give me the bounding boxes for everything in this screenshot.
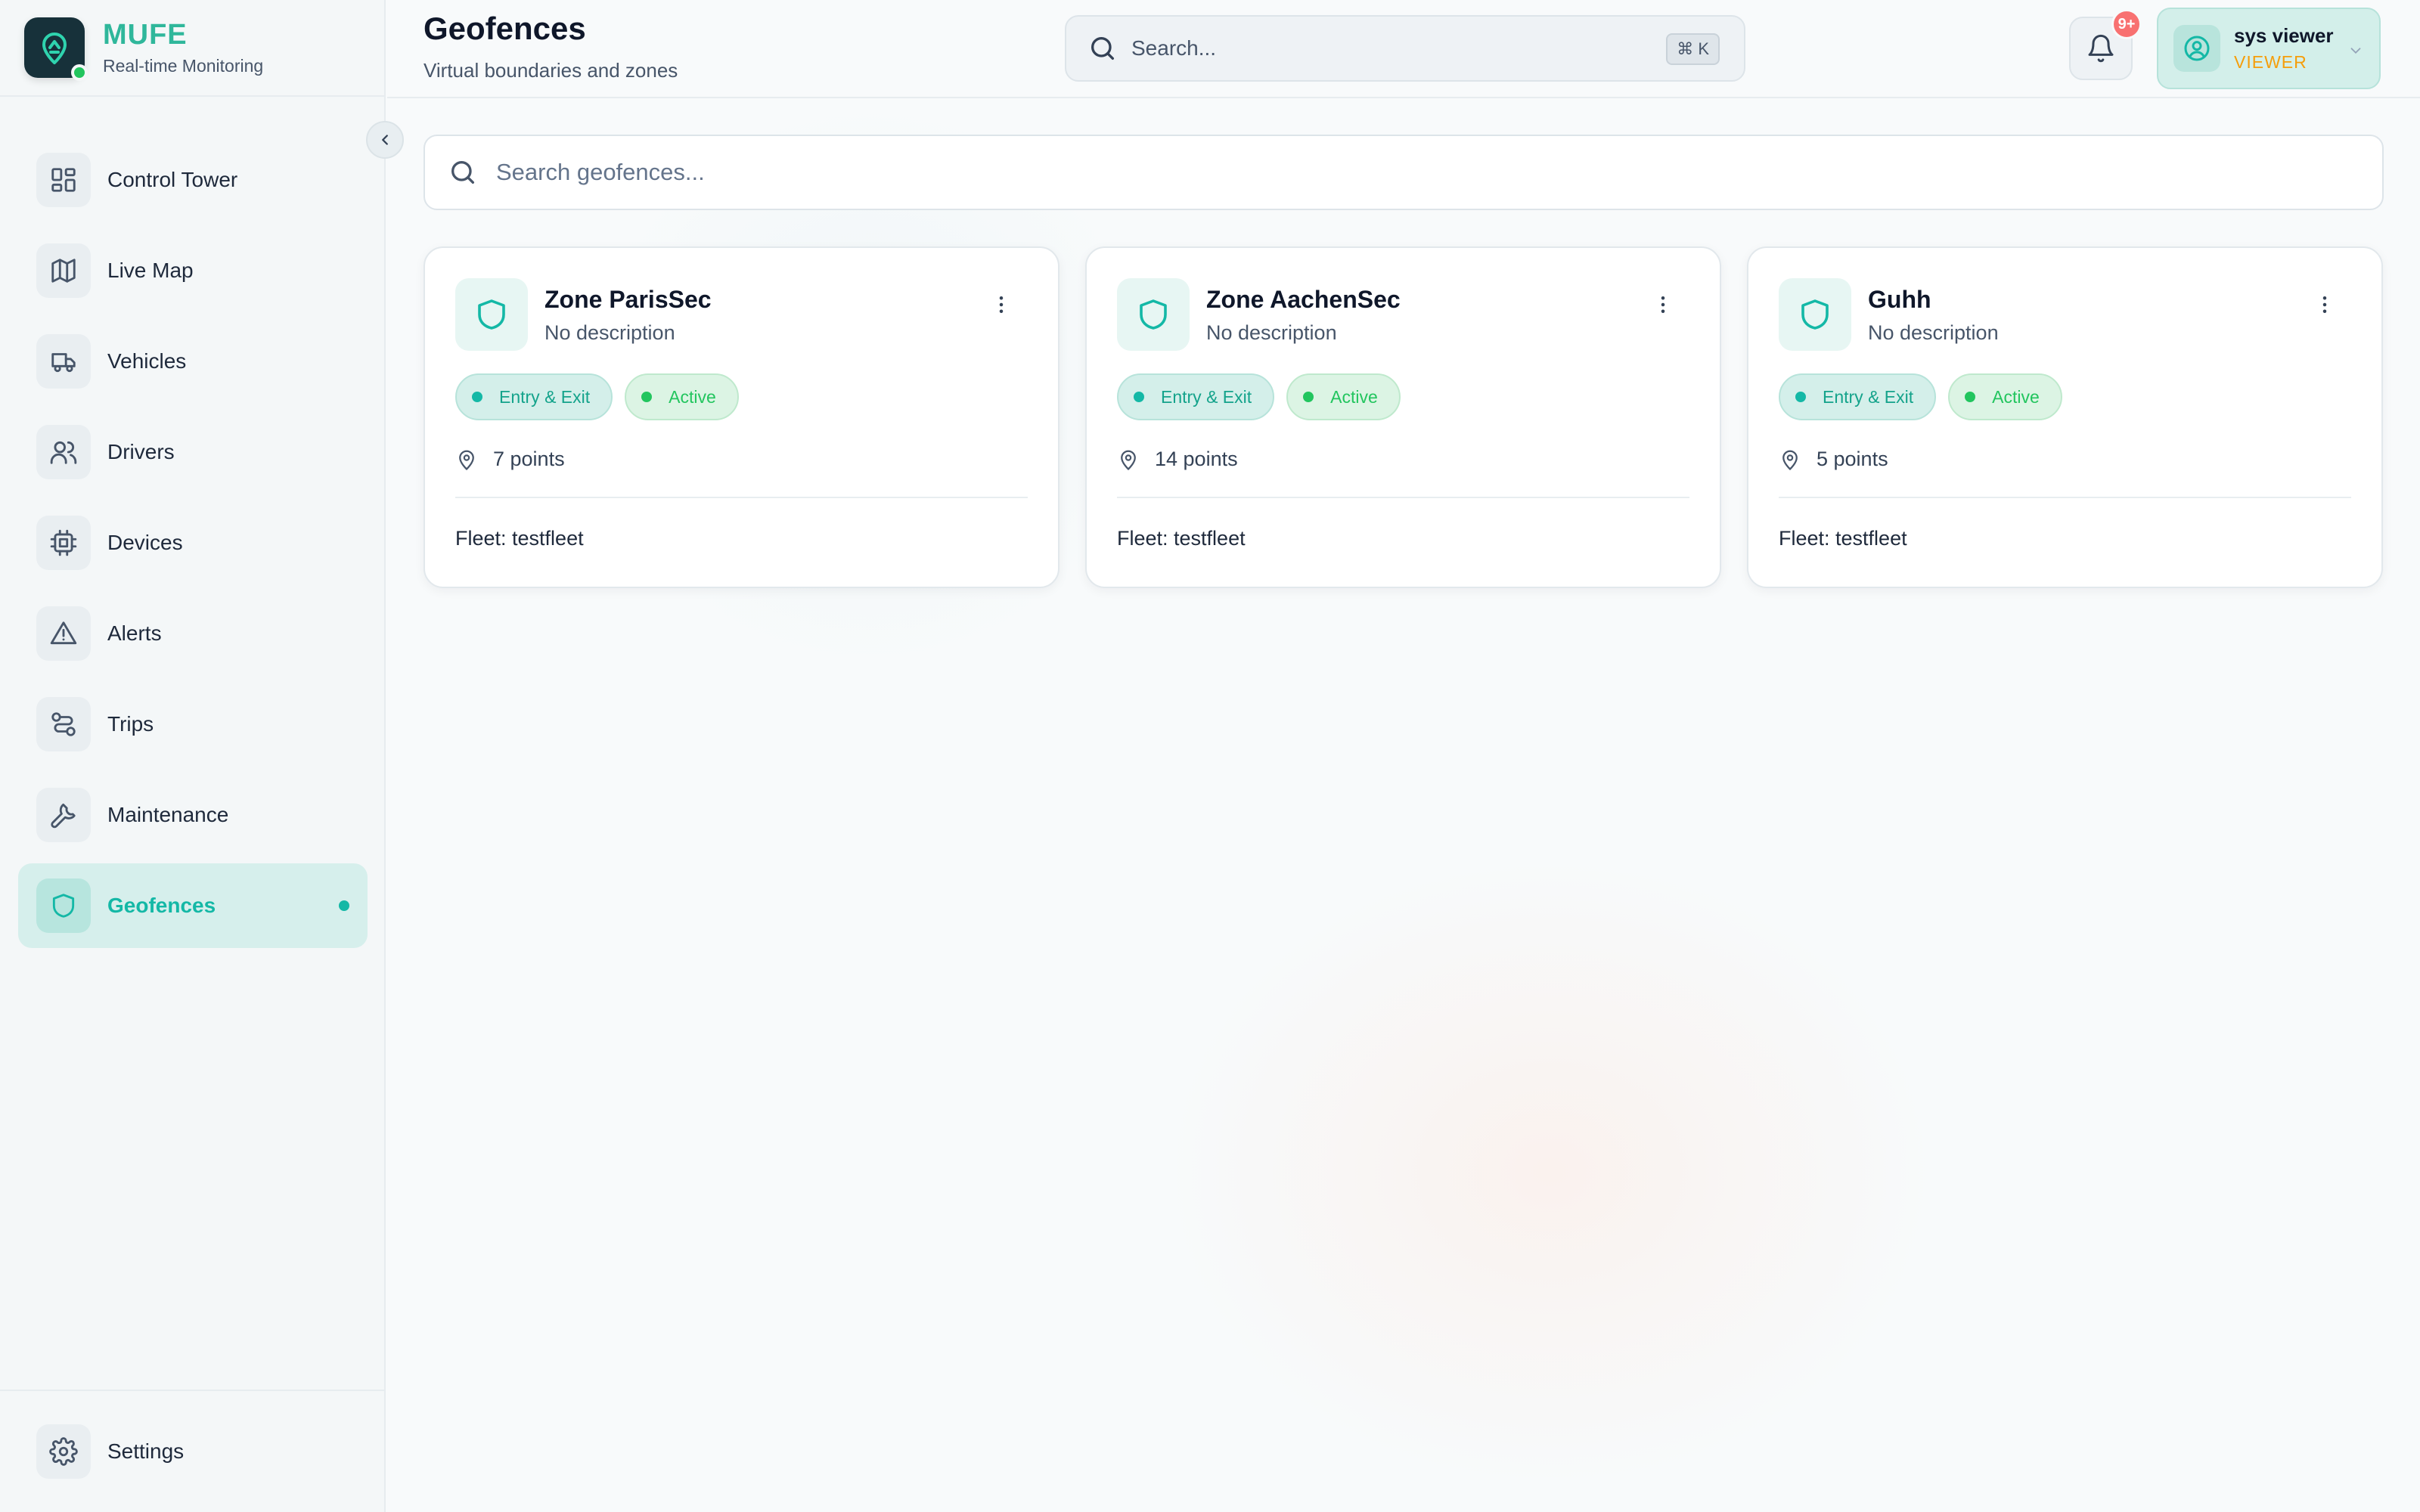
sidebar-item-devices[interactable]: Devices <box>18 500 368 585</box>
sidebar: MUFE Real-time Monitoring Control Tower … <box>0 0 386 1512</box>
more-options-button[interactable] <box>1652 293 1674 320</box>
warning-icon <box>36 606 91 661</box>
geofence-fleet: Fleet: testfleet <box>1117 527 1246 550</box>
geofence-type-badge: Entry & Exit <box>1117 373 1275 420</box>
route-icon <box>36 697 91 751</box>
avatar <box>2173 25 2220 72</box>
search-icon <box>1091 37 1114 60</box>
collapse-sidebar-button[interactable] <box>366 121 404 159</box>
sidebar-item-drivers[interactable]: Drivers <box>18 410 368 494</box>
shield-icon <box>36 878 91 933</box>
sidebar-item-label: Settings <box>107 1439 185 1463</box>
map-icon <box>36 243 91 298</box>
notifications-button[interactable]: 9+ <box>2069 9 2142 80</box>
more-vertical-icon <box>999 296 1004 313</box>
sidebar-nav: Control Tower Live Map Vehicles Drivers … <box>18 138 368 954</box>
more-options-button[interactable] <box>2313 293 2336 320</box>
active-indicator-dot <box>339 900 349 911</box>
sidebar-item-label: Alerts <box>107 621 162 645</box>
geofence-status-badge: Active <box>625 373 739 420</box>
geofence-type-badge: Entry & Exit <box>1779 373 1937 420</box>
user-menu-button[interactable]: sys viewer VIEWER <box>2157 8 2381 89</box>
sidebar-item-label: Drivers <box>107 440 175 463</box>
shield-icon <box>1779 278 1851 351</box>
logo-icon[interactable] <box>24 17 88 81</box>
grid-icon <box>36 153 91 207</box>
sidebar-item-trips[interactable]: Trips <box>18 682 368 767</box>
sidebar-item-label: Trips <box>107 712 154 736</box>
sidebar-item-label: Live Map <box>107 259 194 282</box>
sidebar-item-label: Control Tower <box>107 168 238 191</box>
bell-icon <box>2088 34 2114 63</box>
sidebar-item-live-map[interactable]: Live Map <box>18 228 368 313</box>
map-pin-icon <box>1121 450 1136 470</box>
brand-subtitle: Real-time Monitoring <box>103 56 264 76</box>
sidebar-item-label: Devices <box>107 531 183 554</box>
chevron-down-icon <box>2350 48 2361 54</box>
page-title: Geofences <box>424 11 586 46</box>
notification-count-badge: 9+ <box>2111 9 2142 39</box>
geofence-status-badge: Active <box>1286 373 1401 420</box>
sidebar-item-settings[interactable]: Settings <box>18 1409 366 1494</box>
sidebar-item-label: Geofences <box>107 894 216 917</box>
user-circle-icon <box>2184 36 2210 61</box>
shield-icon <box>455 278 528 351</box>
user-name: sys viewer <box>2234 24 2334 47</box>
geofence-description: No description <box>544 321 675 344</box>
global-search-input[interactable] <box>1131 36 1646 60</box>
geofence-card[interactable]: Zone AachenSec No description Entry & Ex… <box>1085 246 1721 588</box>
sidebar-item-control-tower[interactable]: Control Tower <box>18 138 368 222</box>
brand: MUFE Real-time Monitoring <box>0 0 384 97</box>
geofence-title: Zone ParisSec <box>544 286 712 313</box>
sidebar-item-maintenance[interactable]: Maintenance <box>18 773 368 857</box>
geofence-description: No description <box>1868 321 1999 344</box>
geofence-points: 14 points <box>1117 448 1689 471</box>
gear-icon <box>36 1424 91 1479</box>
geofence-fleet: Fleet: testfleet <box>455 527 584 550</box>
online-status-dot <box>71 64 88 81</box>
geofence-points: 5 points <box>1779 448 2351 471</box>
top-header: Geofences Virtual boundaries and zones ⌘… <box>387 0 2420 98</box>
geofence-description: No description <box>1206 321 1337 344</box>
geofence-status-badge: Active <box>1948 373 2062 420</box>
more-options-button[interactable] <box>990 293 1013 320</box>
geofence-card[interactable]: Zone ParisSec No description Entry & Exi… <box>424 246 1060 588</box>
page-subtitle: Virtual boundaries and zones <box>424 59 678 82</box>
geofence-search[interactable] <box>424 135 2384 210</box>
user-role: VIEWER <box>2234 52 2307 72</box>
search-shortcut: ⌘ K <box>1666 33 1720 65</box>
wrench-icon <box>36 788 91 842</box>
users-icon <box>36 425 91 479</box>
brand-name: MUFE <box>103 19 188 51</box>
map-pin-icon <box>1782 450 1798 470</box>
chevron-left-icon <box>382 135 388 145</box>
geofence-title: Zone AachenSec <box>1206 286 1401 313</box>
shield-icon <box>1117 278 1190 351</box>
sidebar-item-label: Vehicles <box>107 349 187 373</box>
geofence-type-badge: Entry & Exit <box>455 373 613 420</box>
geofence-search-input[interactable] <box>496 159 2311 186</box>
truck-icon <box>36 334 91 389</box>
search-icon <box>451 161 474 184</box>
geofence-card[interactable]: Guhh No description Entry & Exit Active … <box>1747 246 2383 588</box>
cpu-icon <box>36 516 91 570</box>
sidebar-item-vehicles[interactable]: Vehicles <box>18 319 368 404</box>
geofence-card-list: Zone ParisSec No description Entry & Exi… <box>424 246 2384 588</box>
sidebar-item-alerts[interactable]: Alerts <box>18 591 368 676</box>
map-pin-icon <box>459 450 474 470</box>
geofence-fleet: Fleet: testfleet <box>1779 527 1907 550</box>
more-vertical-icon <box>1661 296 1665 313</box>
more-vertical-icon <box>2322 296 2327 313</box>
sidebar-item-geofences[interactable]: Geofences <box>18 863 368 948</box>
geofence-title: Guhh <box>1868 286 1931 313</box>
global-search[interactable]: ⌘ K <box>1065 15 1745 82</box>
sidebar-item-label: Maintenance <box>107 803 229 826</box>
sidebar-bottom: Settings <box>0 1390 384 1512</box>
geofence-points: 7 points <box>455 448 1028 471</box>
